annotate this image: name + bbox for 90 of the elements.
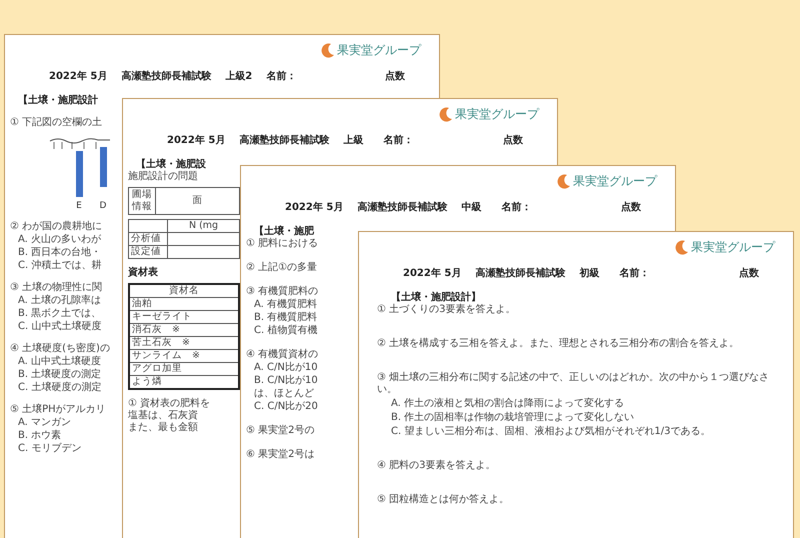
table-header-cell: 面 [156,188,240,214]
question-text: ⑤ 果実堂2号の [246,425,316,437]
table-cell: キーゼライト [129,310,239,324]
exam-level: 上級 [343,135,364,147]
score-label: 点数 [503,135,523,147]
name-label: 名前： [619,268,650,280]
crescent-logo-icon [320,42,336,58]
answer-choice: C. モリブデン [17,443,82,455]
name-label: 名前： [266,71,296,83]
question-text: ⑥ 果実堂2号は [246,449,316,461]
answer-choice: A. 土壌の孔隙率は [17,295,102,307]
answer-choice: B. 作土の固相率は作物の栽培管理によって変化しない [390,412,636,424]
exam-title: 高瀬塾技師長補試験 [357,202,448,214]
answer-choice: A. 火山の多いわが [17,234,102,246]
question-text: ③ 有機質肥料の [246,286,320,298]
table-cell: 消石灰 ※ [129,324,239,336]
answer-choice: B. 黒ボク土では、 [17,308,102,320]
logo-text: 果実堂グループ [573,173,657,189]
section-heading: 【土壌・施肥設計 [17,95,99,107]
table-cell: 設定値 [128,246,168,258]
question-text: ⑤ 団粒構造とは何か答えよ。 [377,494,510,506]
exam-title: 高瀬塾技師長補試験 [239,135,330,147]
answer-choice: B. 有機質肥料 [253,312,318,324]
question-text: ④ 肥料の3要素を答えよ。 [377,460,497,472]
answer-choice: B. 西日本の台地・ [17,247,102,259]
question-text: ② 土壌を構成する三相を答えよ。また、理想とされる三相分布の割合を答えよ。 [377,338,740,350]
question-text: ① 土づくりの3要素を答えよ。 [377,304,517,316]
question-text: ④ 有機質資材の [246,349,320,361]
answer-choice: A. 山中式土壌硬度 [17,356,102,368]
score-label: 点数 [621,202,641,214]
answer-choice: A. C/N比が10 [253,362,319,374]
exam-date: 2022年 5月 [167,135,226,147]
logo-text: 果実堂グループ [337,42,421,58]
table-cell: アグロ加里 [129,362,239,376]
diagram-label: D [100,201,106,211]
score-label: 点数 [385,71,405,83]
table-cell: 油粕 [129,298,239,310]
name-label: 名前： [383,135,414,147]
question-text: ① 肥料における [246,238,320,250]
answer-choice: C. 山中式土壌硬度 [17,321,102,333]
exam-title: 高瀬塾技師長補試験 [121,71,212,83]
answer-choice: B. 土壌硬度の測定 [17,369,102,381]
question-text: ② わが国の農耕地に [10,221,104,233]
score-label: 点数 [739,268,759,280]
exam-date: 2022年 5月 [285,202,344,214]
answer-choice: C. 植物質有機 [253,325,318,337]
table-header-cell: 圃場情報 [128,188,156,214]
section-heading: 【土壌・施肥 [253,226,315,238]
question-text: ② 上記①の多量 [246,262,318,274]
logo-text: 果実堂グループ [691,239,775,255]
question-text: ① 資材表の肥料を [128,398,212,410]
table-cell: サンライム ※ [129,350,239,362]
answer-choice: A. 作土の液相と気相の割合は降雨によって変化する [390,398,626,410]
exam-level: 中級 [461,202,482,214]
exam-level: 上級2 [225,71,252,83]
answer-choice: B. ホウ素 [17,430,62,442]
answer-choice: A. マンガン [17,417,72,429]
exam-date: 2022年 5月 [403,268,462,280]
question-text: 塩基は、石灰資 [128,410,199,422]
crescent-logo-icon [438,106,454,122]
answer-choice: は、ほとんど [253,388,315,400]
answer-choice: C. C/N比が20 [253,401,319,413]
answer-choice: C. 望ましい三相分布は、固相、液相および気相がそれぞれ1/3である。 [390,426,712,438]
table-cell: 苦土石灰 ※ [129,336,239,350]
answer-choice: C. 沖積土では、耕 [17,260,102,272]
logo-text: 果実堂グループ [455,106,539,122]
question-text: ③ 畑土壌の三相分布に関する記述の中で、正しいのはどれか。次の中から１つ選びなさい。 [377,372,770,396]
table-header-cell: N (mg [168,220,240,232]
crescent-logo-icon [674,239,690,255]
table-title: 資材表 [128,267,159,279]
question-text: ① 下記図の空欄の土 [10,117,104,129]
exam-level: 初級 [579,268,600,280]
crescent-logo-icon [556,173,572,189]
diagram-label: E [76,201,82,211]
answer-choice: A. 有機質肥料 [253,299,318,311]
name-label: 名前： [501,202,532,214]
question-text: また、最も金額 [128,422,199,434]
question-text: ⑤ 土壌PHがアルカリ [10,404,107,416]
answer-choice: C. 土壌硬度の測定 [17,382,102,394]
exam-title: 高瀬塾技師長補試験 [475,268,566,280]
soil-profile-drawing [50,138,110,197]
table-header-cell: 資材名 [129,284,239,298]
table-cell: 分析値 [128,232,168,246]
exam-date: 2022年 5月 [49,71,108,83]
section-heading: 【土壌・施肥設計】 [390,292,482,304]
answer-choice: B. C/N比が10 [253,375,319,387]
question-text: ④ 土壌硬度(ち密度)の [10,343,111,355]
question-text: ③ 土壌の物理性に関 [10,282,104,294]
section-heading: 【土壌・施肥設 [135,159,207,170]
question-text: 施肥設計の問題 [128,171,199,183]
